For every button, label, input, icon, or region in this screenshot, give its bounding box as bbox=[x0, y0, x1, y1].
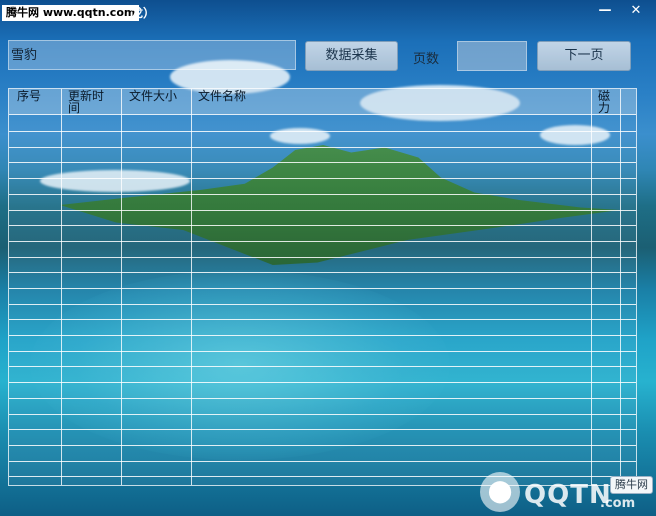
table-row-line bbox=[9, 178, 636, 179]
watermark-brand: QQTN bbox=[524, 480, 612, 510]
collect-data-button[interactable]: 数据采集 bbox=[305, 41, 398, 71]
table-row-line bbox=[9, 319, 636, 320]
page-count-input[interactable] bbox=[457, 41, 527, 71]
table-row-line bbox=[9, 445, 636, 446]
column-header-name[interactable]: 文件名称 bbox=[198, 90, 246, 102]
page-count-label: 页数 bbox=[413, 52, 440, 67]
qqtn-watermark: ⬤ QQTN .com 腾牛网 bbox=[476, 466, 656, 516]
table-row-line bbox=[9, 461, 636, 462]
table-row-line bbox=[9, 194, 636, 195]
table-row-line bbox=[9, 162, 636, 163]
close-button[interactable]: ✕ bbox=[624, 2, 648, 20]
table-row-line bbox=[9, 288, 636, 289]
results-table[interactable]: 序号 更新时间 文件大小 文件名称 磁力 bbox=[8, 88, 637, 486]
keyword-input[interactable]: 雪豹 bbox=[8, 40, 296, 70]
table-row-line bbox=[9, 382, 636, 383]
column-header-magnet[interactable]: 磁力 bbox=[598, 90, 612, 114]
table-header: 序号 更新时间 文件大小 文件名称 磁力 bbox=[9, 89, 636, 115]
table-row-line bbox=[9, 398, 636, 399]
table-row-line bbox=[9, 241, 636, 242]
table-row-line bbox=[9, 147, 636, 148]
table-row-line bbox=[9, 429, 636, 430]
table-row-line bbox=[9, 210, 636, 211]
table-row-line bbox=[9, 225, 636, 226]
watermark-suffix: .com bbox=[600, 496, 636, 511]
table-row-line bbox=[9, 366, 636, 367]
table-row-line bbox=[9, 304, 636, 305]
table-row-line bbox=[9, 257, 636, 258]
watermark-badge: 腾牛网 bbox=[610, 476, 653, 494]
window-title-watermark: 腾牛网 www.qqtn.com bbox=[2, 5, 140, 21]
app-window: 腾牛网 www.qqtn.com 龙） — ✕ 雪豹 数据采集 页数 下一页 序… bbox=[0, 0, 656, 516]
table-row-line bbox=[9, 131, 636, 132]
window-title: 龙） bbox=[131, 6, 156, 20]
table-row-line bbox=[9, 414, 636, 415]
next-page-button[interactable]: 下一页 bbox=[537, 41, 631, 71]
column-header-updated[interactable]: 更新时间 bbox=[68, 90, 112, 114]
minimize-button[interactable]: — bbox=[593, 2, 617, 20]
column-header-size[interactable]: 文件大小 bbox=[129, 90, 177, 102]
table-row-line bbox=[9, 351, 636, 352]
tn-logo-icon: ⬤ bbox=[480, 472, 520, 512]
table-row-line bbox=[9, 335, 636, 336]
column-header-index[interactable]: 序号 bbox=[17, 90, 41, 102]
table-row-line bbox=[9, 272, 636, 273]
